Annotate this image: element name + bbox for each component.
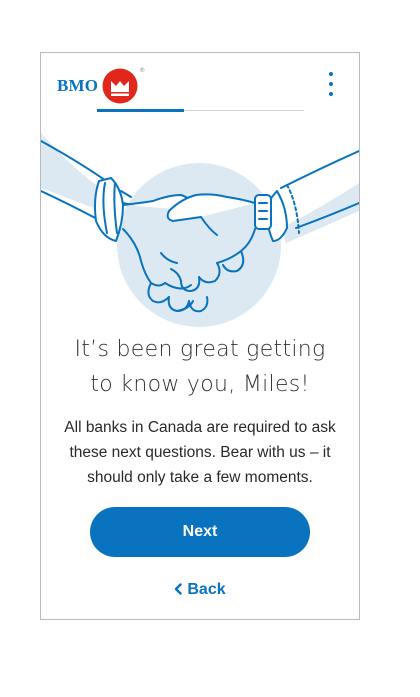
menu-dot [329,92,333,96]
menu-dot [329,82,333,86]
registered-mark: ® [139,67,146,74]
next-button[interactable]: Next [90,507,310,557]
page-title: It’s been great getting to know you, Mil… [41,332,359,402]
info-text: All banks in Canada are required to ask … [61,415,339,490]
back-link[interactable]: Back [41,581,359,599]
chevron-left-icon [174,581,183,598]
bmo-roundel-icon: ® [102,67,145,104]
body-line-3: should only take a few moments. [87,469,313,486]
handshake-illustration [41,133,359,328]
more-vertical-icon[interactable] [322,70,340,100]
headline-line-1: It’s been great getting [74,337,326,362]
app-frame: BMO ® It’s been great getting to know yo… [40,52,360,620]
menu-dot [329,72,333,76]
back-label: Back [187,581,226,598]
progress-fill [97,109,184,112]
body-line-1: All banks in Canada are required to ask [64,419,336,436]
bmo-logo[interactable]: BMO ® [57,67,145,104]
header: BMO ® [41,53,359,133]
logo-text: BMO [57,76,99,95]
headline-line-2: to know you, Miles! [90,372,310,397]
body-line-2: these next questions. Bear with us – it [69,444,331,461]
